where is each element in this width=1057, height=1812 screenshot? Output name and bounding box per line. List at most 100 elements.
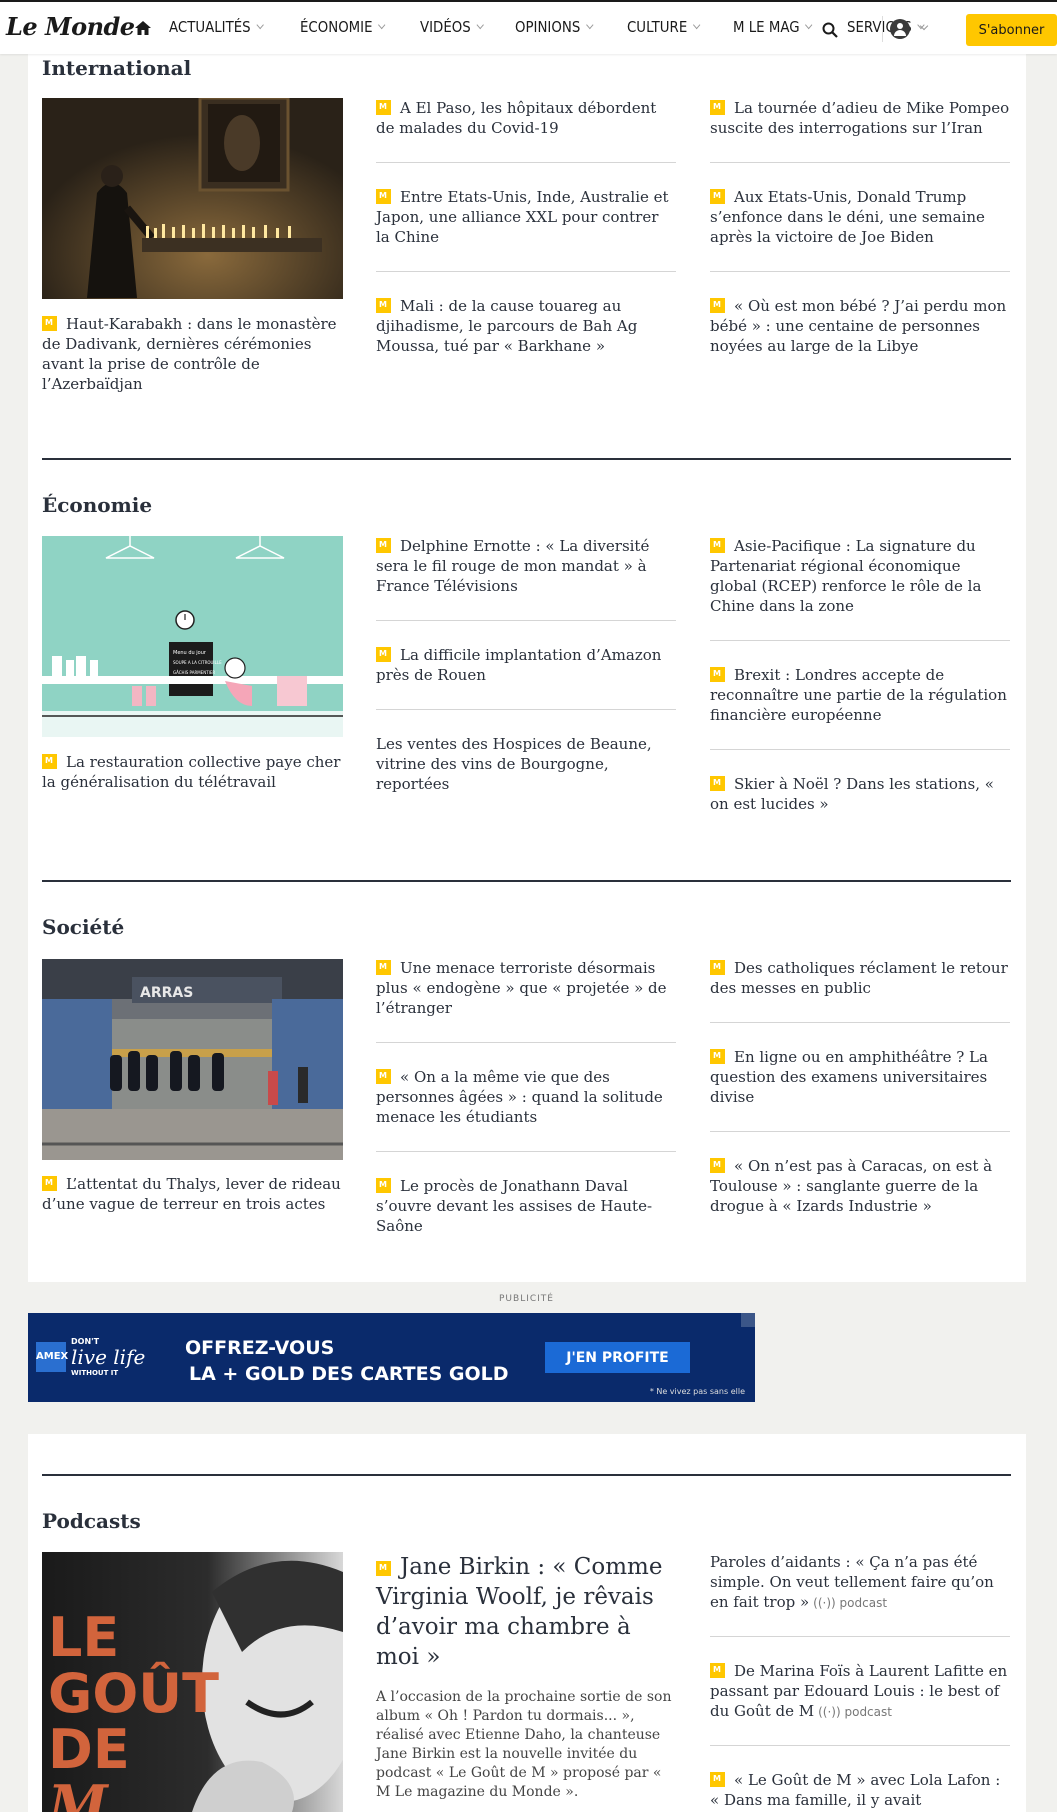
economie-article[interactable]: La difficile implantation d’Amazon près … — [376, 645, 676, 685]
subscriber-badge-icon — [710, 960, 725, 975]
ad-choices-icon[interactable] — [741, 1313, 755, 1327]
podcast-tag: ((·)) podcast — [813, 1596, 888, 1610]
divider — [710, 1636, 1010, 1637]
subscriber-badge-icon — [710, 776, 725, 791]
subscriber-badge-icon — [376, 100, 391, 115]
podcast-featured-title[interactable]: Jane Birkin : « Comme Virginia Woolf, je… — [376, 1552, 676, 1672]
international-article[interactable]: « Où est mon bébé ? J’ai perdu mon bébé … — [710, 296, 1010, 356]
nav-m-le-mag[interactable]: M LE MAG — [733, 18, 813, 36]
ad-tagline-mid: live life — [71, 1345, 146, 1369]
economie-article[interactable]: Asie-Pacifique : La signature du Partena… — [710, 536, 1010, 616]
societe-lead-image[interactable]: ARRAS — [42, 959, 343, 1160]
subscriber-badge-icon — [376, 1178, 391, 1193]
international-lead-image[interactable] — [42, 98, 343, 299]
subscriber-badge-icon — [710, 667, 725, 682]
nav-opinions[interactable]: OPINIONS — [515, 18, 594, 36]
international-lead-article[interactable]: Haut-Karabakh : dans le monastère de Dad… — [42, 314, 342, 394]
section-title-economie[interactable]: Économie — [42, 493, 152, 517]
societe-article[interactable]: Le procès de Jonathann Daval s’ouvre dev… — [376, 1176, 676, 1236]
international-article[interactable]: A El Paso, les hôpitaux débordent de mal… — [376, 98, 676, 138]
economie-lead-article[interactable]: La restauration collective paye cher la … — [42, 752, 342, 792]
section-title-podcasts[interactable]: Podcasts — [42, 1509, 141, 1533]
divider — [710, 271, 1010, 272]
podcast-icon: ((·)) — [813, 1596, 836, 1610]
subscriber-badge-icon — [376, 1561, 391, 1576]
divider — [710, 1131, 1010, 1132]
divider — [376, 709, 676, 710]
podcast-tag: ((·)) podcast — [818, 1705, 892, 1719]
nav-economie[interactable]: ÉCONOMIE — [300, 18, 386, 36]
subscriber-badge-icon — [42, 754, 57, 769]
nav-videos[interactable]: VIDÉOS — [420, 18, 485, 36]
subscriber-badge-icon — [710, 1049, 725, 1064]
main-nav: ACTUALITÉS ÉCONOMIE VIDÉOS OPINIONS CULT… — [169, 18, 958, 36]
nav-services[interactable]: SERVICES — [847, 18, 925, 36]
section-title-international[interactable]: International — [42, 56, 191, 80]
user-account-icon[interactable] — [890, 19, 910, 39]
international-article[interactable]: Aux Etats-Unis, Donald Trump s’enfonce d… — [710, 187, 1010, 247]
subscriber-badge-icon — [710, 1158, 725, 1173]
header-separator — [882, 16, 883, 42]
subscriber-badge-icon — [710, 538, 725, 553]
podcast-icon: ((·)) — [818, 1705, 841, 1719]
search-icon[interactable] — [822, 22, 838, 38]
podcast-featured-description: A l’occasion de la prochaine sortie de s… — [376, 1689, 672, 1800]
menu-board-line: GÂCHIS PARMENTIER — [173, 670, 215, 675]
chevron-down-icon — [693, 20, 701, 30]
ad-headline-line1: OFFREZ-VOUS — [185, 1337, 335, 1359]
societe-article[interactable]: En ligne ou en amphithéâtre ? La questio… — [710, 1047, 1010, 1107]
ad-footnote: * Ne vivez pas sans elle — [649, 1387, 745, 1396]
podcast-lead-image[interactable]: LE GOÛT DE M — [42, 1552, 343, 1812]
nav-culture[interactable]: CULTURE — [627, 18, 701, 36]
chevron-down-icon — [476, 20, 485, 30]
societe-article[interactable]: Une menace terroriste désormais plus « e… — [376, 958, 676, 1018]
divider — [710, 1745, 1010, 1746]
top-navigation-bar: Le Monde ACTUALITÉS ÉCONOMIE VIDÉOS OPIN… — [0, 0, 1057, 54]
international-article[interactable]: Entre Etats-Unis, Inde, Australie et Jap… — [376, 187, 676, 247]
societe-article[interactable]: « On a la même vie que des personnes âgé… — [376, 1067, 676, 1127]
international-article[interactable]: La tournée d’adieu de Mike Pompeo suscit… — [710, 98, 1010, 138]
podcast-article[interactable]: « Le Goût de M » avec Lola Lafon : « Dan… — [710, 1770, 1010, 1810]
section-title-societe[interactable]: Société — [42, 915, 124, 939]
ad-cta-button[interactable]: J'EN PROFITE — [545, 1342, 690, 1373]
advertisement-banner[interactable]: AMEX DON'T live life WITHOUT IT OFFREZ-V… — [28, 1313, 755, 1402]
subscriber-badge-icon — [710, 1663, 725, 1678]
economie-article[interactable]: Skier à Noël ? Dans les stations, « on e… — [710, 774, 1010, 814]
subscriber-badge-icon — [376, 647, 391, 662]
economie-lead-image[interactable]: Menu du jour SOUPE A LA CITROUILLE GÂCHI… — [42, 536, 343, 737]
section-rule — [42, 458, 1011, 460]
divider — [710, 162, 1010, 163]
economie-article[interactable]: Les ventes des Hospices de Beaune, vitri… — [376, 734, 676, 794]
podcast-art-word: M — [46, 1773, 110, 1812]
le-monde-logo[interactable]: Le Monde — [6, 12, 135, 41]
nav-actualites[interactable]: ACTUALITÉS — [169, 18, 264, 36]
section-rule — [42, 1474, 1011, 1476]
home-icon[interactable] — [134, 19, 152, 37]
societe-article[interactable]: « On n’est pas à Caracas, on est à Toulo… — [710, 1156, 1010, 1216]
subscriber-badge-icon — [376, 960, 391, 975]
subscriber-badge-icon — [42, 1176, 57, 1191]
divider — [376, 1042, 676, 1043]
subscriber-badge-icon — [710, 1772, 725, 1787]
station-sign: ARRAS — [140, 985, 193, 1001]
divider — [376, 1151, 676, 1152]
divider — [376, 162, 676, 163]
podcast-art-word: LE — [48, 1606, 119, 1669]
economie-article[interactable]: Brexit : Londres accepte de reconnaître … — [710, 665, 1010, 725]
subscriber-badge-icon — [376, 1069, 391, 1084]
chevron-down-icon — [805, 20, 813, 30]
economie-article[interactable]: Delphine Ernotte : « La diversité sera l… — [376, 536, 676, 596]
subscriber-badge-icon — [710, 100, 725, 115]
societe-article[interactable]: Des catholiques réclament le retour des … — [710, 958, 1010, 998]
ad-tagline-bottom: WITHOUT IT — [71, 1369, 119, 1377]
podcast-art-word: DE — [48, 1718, 130, 1781]
subscriber-badge-icon — [710, 189, 725, 204]
societe-lead-article[interactable]: L’attentat du Thalys, lever de rideau d’… — [42, 1174, 342, 1214]
international-article[interactable]: Mali : de la cause touareg au djihadisme… — [376, 296, 676, 356]
subscribe-button[interactable]: S'abonner — [966, 14, 1057, 46]
podcast-article[interactable]: De Marina Foïs à Laurent Lafitte en pass… — [710, 1661, 1010, 1722]
podcast-article[interactable]: Paroles d’aidants : « Ça n’a pas été sim… — [710, 1552, 1010, 1613]
subscriber-badge-icon — [376, 538, 391, 553]
podcast-art-word: GOÛT — [48, 1662, 219, 1725]
divider — [376, 271, 676, 272]
